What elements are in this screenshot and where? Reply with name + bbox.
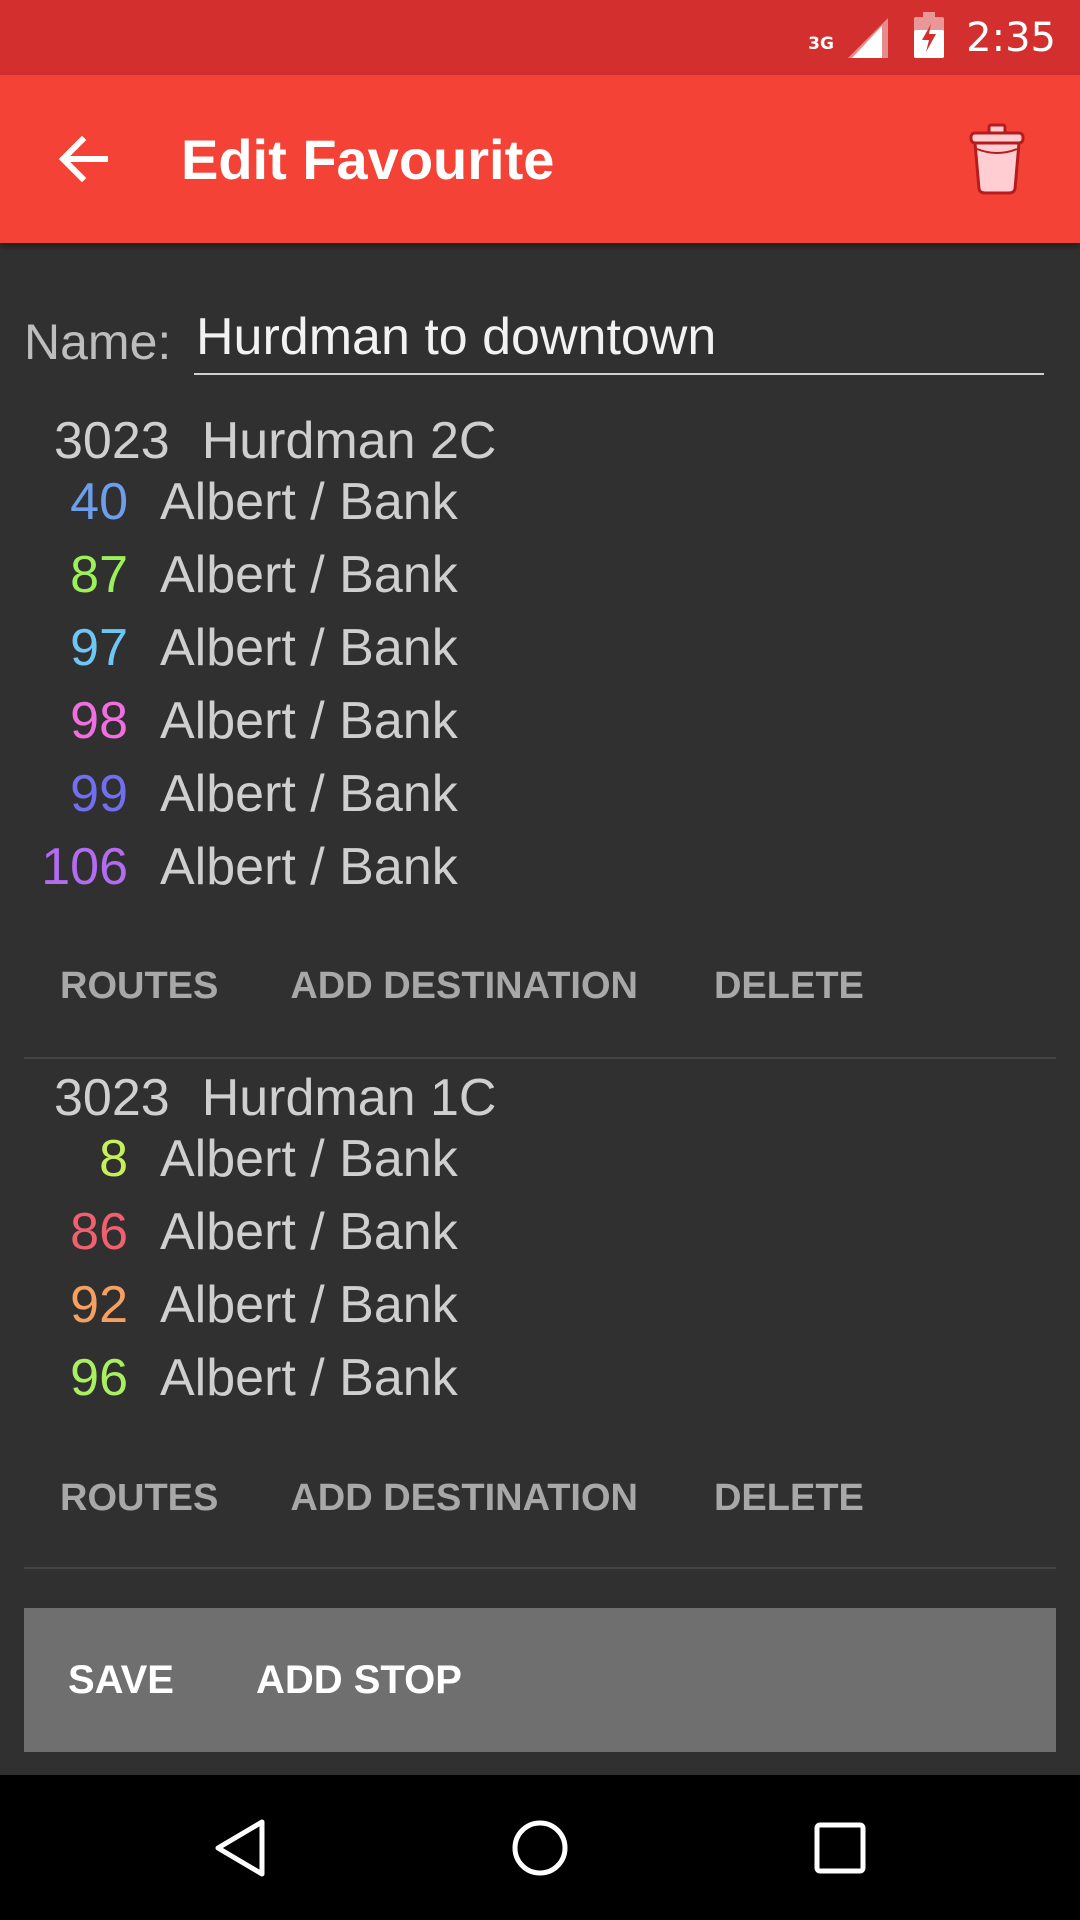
status-icons: 3G 2:35 xyxy=(808,0,1056,75)
destination-row: 98 Albert / Bank xyxy=(0,684,600,757)
save-button[interactable]: SAVE xyxy=(68,1658,174,1703)
stop-number: 3023 xyxy=(54,1069,170,1127)
destination-row: 8 Albert / Bank xyxy=(0,1122,600,1195)
status-bar: 3G 2:35 xyxy=(0,0,1080,75)
destination-name: Albert / Bank xyxy=(160,1348,458,1407)
add-destination-button[interactable]: ADD DESTINATION xyxy=(266,1458,662,1538)
network-type-label: 3G xyxy=(808,33,834,54)
stop-actions: ROUTES ADD DESTINATION DELETE xyxy=(36,946,888,1026)
destination-row: 86 Albert / Bank xyxy=(0,1195,600,1268)
clock: 2:35 xyxy=(966,14,1056,61)
stop-header: 3023 Hurdman 2C xyxy=(54,411,496,471)
destination-row: 87 Albert / Bank xyxy=(0,538,600,611)
delete-favourite-button[interactable] xyxy=(960,119,1034,199)
name-input[interactable] xyxy=(194,309,1044,375)
destination-name: Albert / Bank xyxy=(160,618,458,677)
arrow-back-icon xyxy=(58,136,108,182)
nav-home-button[interactable] xyxy=(495,1803,585,1893)
stop-number: 3023 xyxy=(54,412,170,470)
route-number: 92 xyxy=(70,1275,128,1334)
delete-stop-button[interactable]: DELETE xyxy=(690,946,888,1026)
delete-stop-button[interactable]: DELETE xyxy=(690,1458,888,1538)
name-label: Name: xyxy=(24,314,172,370)
routes-button[interactable]: ROUTES xyxy=(36,946,242,1026)
destination-name: Albert / Bank xyxy=(160,1129,458,1188)
nav-back-button[interactable] xyxy=(195,1803,285,1893)
route-number: 86 xyxy=(70,1202,128,1261)
trash-icon xyxy=(969,123,1025,195)
stop-name: Hurdman 1C xyxy=(201,1069,497,1127)
route-number: 40 xyxy=(70,472,128,531)
destination-name: Albert / Bank xyxy=(160,691,458,750)
content: Name: 3023 Hurdman 2C 40 Albert / Bank 8… xyxy=(0,243,1080,1775)
destination-name: Albert / Bank xyxy=(160,1275,458,1334)
route-number: 97 xyxy=(70,618,128,677)
route-number: 99 xyxy=(70,764,128,823)
app-bar: Edit Favourite xyxy=(0,75,1080,243)
destination-row: 40 Albert / Bank xyxy=(0,465,600,538)
add-destination-button[interactable]: ADD DESTINATION xyxy=(266,946,662,1026)
route-number: 87 xyxy=(70,545,128,604)
stop-header: 3023 Hurdman 1C xyxy=(54,1068,496,1128)
destination-name: Albert / Bank xyxy=(160,545,458,604)
divider xyxy=(24,1567,1056,1569)
signal-icon: 3G xyxy=(808,16,892,60)
destination-name: Albert / Bank xyxy=(160,837,458,896)
route-number: 96 xyxy=(70,1348,128,1407)
back-button[interactable] xyxy=(48,125,120,193)
add-stop-button[interactable]: ADD STOP xyxy=(256,1658,462,1703)
nav-home-icon xyxy=(512,1820,568,1876)
destination-row: 99 Albert / Bank xyxy=(0,757,600,830)
stop-name: Hurdman 2C xyxy=(201,412,497,470)
stop-actions: ROUTES ADD DESTINATION DELETE xyxy=(36,1458,888,1538)
bottom-action-bar: SAVE ADD STOP xyxy=(24,1608,1056,1752)
nav-back-icon xyxy=(215,1819,265,1877)
route-number: 106 xyxy=(41,837,128,896)
navigation-bar xyxy=(0,1775,1080,1920)
nav-recents-icon xyxy=(814,1822,866,1874)
nav-recents-button[interactable] xyxy=(795,1803,885,1893)
divider xyxy=(24,1057,1056,1059)
battery-icon xyxy=(914,12,945,63)
routes-button[interactable]: ROUTES xyxy=(36,1458,242,1538)
destination-row: 97 Albert / Bank xyxy=(0,611,600,684)
page-title: Edit Favourite xyxy=(181,128,555,191)
destination-row: 92 Albert / Bank xyxy=(0,1268,600,1341)
destination-name: Albert / Bank xyxy=(160,472,458,531)
destination-name: Albert / Bank xyxy=(160,764,458,823)
name-row: Name: xyxy=(24,309,1044,375)
destination-row: 96 Albert / Bank xyxy=(0,1341,600,1414)
destination-name: Albert / Bank xyxy=(160,1202,458,1261)
destination-row: 106 Albert / Bank xyxy=(0,830,600,903)
route-number: 8 xyxy=(99,1129,128,1188)
route-number: 98 xyxy=(70,691,128,750)
